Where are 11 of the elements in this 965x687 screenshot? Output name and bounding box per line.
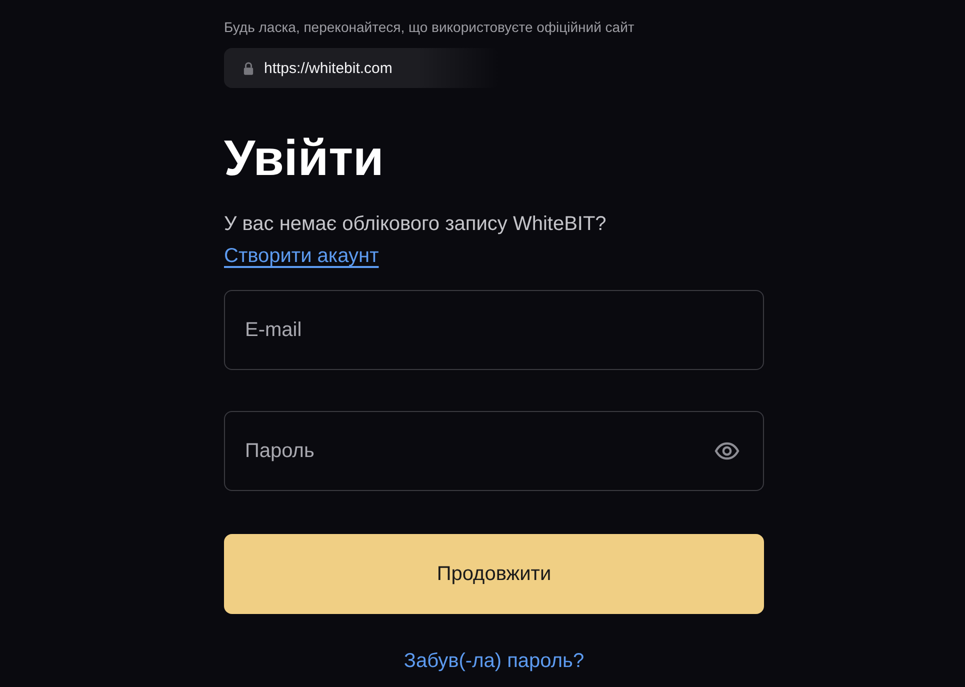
input-field[interactable]: Пароль: [224, 411, 764, 491]
signup-prompt: У вас немає облікового запису WhiteBIT?: [224, 212, 606, 237]
forgot-password-link[interactable]: Забув(-ла) пароль?: [404, 648, 584, 674]
url-text: https://whitebit.com: [264, 60, 392, 76]
notice-text: Будь ласка, переконайтеся, що використовуєте офіційний сайт: [224, 18, 634, 37]
create-account-link[interactable]: Створити акаунт: [224, 243, 379, 269]
page-title: Увійти: [224, 129, 384, 188]
input-field[interactable]: E-mail: [224, 290, 764, 370]
eye-icon[interactable]: [714, 442, 740, 460]
lock-icon: [243, 62, 254, 74]
continue-button[interactable]: Продовжити: [224, 534, 764, 614]
